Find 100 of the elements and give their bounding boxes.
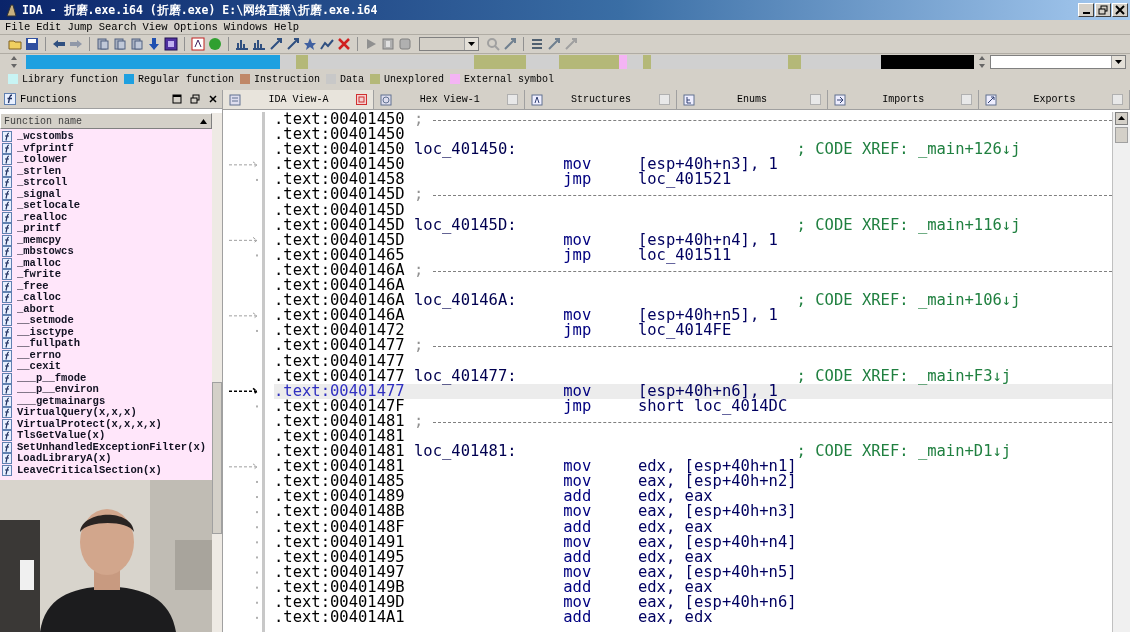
listing-line[interactable]: .text:00401481 ; — [274, 413, 1112, 429]
listing-line[interactable]: .text:00401481 mov edx, [esp+40h+n1] — [274, 459, 1112, 475]
scrollbar-thumb[interactable] — [212, 382, 222, 534]
listing-line[interactable]: .text:00401465 jmp loc_401511 — [274, 247, 1112, 263]
scroll-arrows-icon[interactable] — [10, 55, 18, 69]
function-name[interactable]: _realloc — [17, 211, 68, 223]
column-header[interactable]: Function name — [0, 113, 212, 129]
arrows-icon[interactable] — [503, 37, 517, 51]
scroll-arrows-icon[interactable] — [978, 55, 986, 69]
restore-button[interactable] — [1095, 3, 1111, 17]
maximize-icon[interactable] — [172, 94, 182, 104]
listing-line[interactable]: .text:0040145D loc_40145D: ; CODE XREF: _main+116↓j — [274, 217, 1112, 233]
listing-line[interactable]: .text:00401450 loc_401450: ; CODE XREF: _main+126↓j — [274, 142, 1112, 158]
arrows-icon[interactable] — [286, 37, 300, 51]
function-name[interactable]: __isctype — [17, 326, 74, 338]
listing-line[interactable]: .text:00401450 ; — [274, 112, 1112, 128]
function-name[interactable]: _vfprintf — [17, 142, 74, 154]
segment-dropdown[interactable] — [990, 55, 1126, 69]
chart-icon[interactable] — [252, 37, 266, 51]
stop-icon[interactable] — [398, 37, 412, 51]
list-icon[interactable] — [530, 37, 544, 51]
listing-line[interactable]: .text:00401495 add edx, eax — [274, 549, 1112, 565]
function-name[interactable]: _fwrite — [17, 269, 62, 281]
listing-line[interactable]: .text:0040146A — [274, 278, 1112, 294]
menu-item[interactable]: View — [139, 21, 171, 33]
function-name[interactable]: _mbstowcs — [17, 246, 74, 258]
function-name[interactable]: __cexit — [17, 361, 62, 373]
document-icon[interactable] — [113, 37, 127, 51]
scrollbar[interactable] — [1112, 112, 1130, 632]
function-name[interactable]: VirtualQuery(x,x,x) — [17, 407, 137, 419]
listing-line[interactable]: .text:00401481 loc_401481: ; CODE XREF: _main+D1↓j — [274, 444, 1112, 460]
scroll-up-icon[interactable] — [1115, 112, 1128, 125]
function-name[interactable]: _tolower — [17, 154, 68, 166]
listing-line[interactable]: .text:0040149D mov eax, [esp+40h+n6] — [274, 595, 1112, 611]
listing-line[interactable]: .text:004014A1 add eax, edx — [274, 610, 1112, 626]
square-icon[interactable] — [191, 37, 205, 51]
view-tab[interactable]: IDA View-A — [223, 90, 375, 109]
arrows-icon[interactable] — [547, 37, 561, 51]
function-name[interactable]: _signal — [17, 188, 62, 200]
listing-line[interactable]: .text:00401458 jmp loc_401521 — [274, 172, 1112, 188]
function-name[interactable]: _printf — [17, 223, 62, 235]
function-name[interactable]: TlsGetValue(x) — [17, 430, 106, 442]
play-icon[interactable] — [364, 37, 378, 51]
dropdown-field[interactable] — [419, 37, 479, 51]
functions-panel-tab[interactable]: Functions — [0, 90, 222, 109]
chart-icon[interactable] — [235, 37, 249, 51]
function-name[interactable]: LoadLibraryA(x) — [17, 453, 112, 465]
navigation-band-drawing[interactable] — [22, 55, 974, 69]
listing-line[interactable]: .text:00401477 loc_401477: ; CODE XREF: _main+F3↓j — [274, 368, 1112, 384]
menu-item[interactable]: Options — [170, 21, 221, 33]
listing-line[interactable]: .text:0040146A loc_40146A: ; CODE XREF: _main+106↓j — [274, 293, 1112, 309]
listing-line[interactable]: .text:00401477 ; — [274, 338, 1112, 354]
listing-line[interactable]: .text:0040149B add edx, eax — [274, 579, 1112, 595]
function-name[interactable]: _setlocale — [17, 200, 80, 212]
restore-icon[interactable] — [190, 94, 200, 104]
function-name[interactable]: VirtualProtect(x,x,x,x) — [17, 418, 162, 430]
back-arrow-icon[interactable] — [52, 37, 66, 51]
menu-item[interactable]: Windows — [220, 21, 271, 33]
menu-item[interactable]: Edit — [33, 21, 65, 33]
scrollbar[interactable] — [212, 113, 222, 632]
menu-item[interactable]: Search — [95, 21, 140, 33]
listing-line[interactable]: .text:00401489 add edx, eax — [274, 489, 1112, 505]
listing-line[interactable]: .text:00401485 mov eax, [esp+40h+n2] — [274, 474, 1112, 490]
listing-line[interactable]: .text:00401491 mov eax, [esp+40h+n4] — [274, 534, 1112, 550]
square-icon[interactable] — [164, 37, 178, 51]
function-name[interactable]: __errno — [17, 349, 62, 361]
function-name[interactable]: _strcoll — [17, 177, 68, 189]
function-name[interactable]: SetUnhandledExceptionFilter(x) — [17, 441, 207, 453]
function-name[interactable]: _memcpy — [17, 234, 62, 246]
listing-line[interactable]: .text:0040148F add edx, eax — [274, 519, 1112, 535]
listing-line[interactable]: .text:0040146A ; — [274, 262, 1112, 279]
function-name[interactable]: ___p__environ — [17, 384, 99, 396]
listing-line[interactable]: .text:00401477 — [274, 353, 1112, 369]
listing-line[interactable]: .text:00401472 jmp loc_4014FE — [274, 323, 1112, 339]
arrows-icon[interactable] — [269, 37, 283, 51]
star-icon[interactable] — [303, 37, 317, 51]
document-icon[interactable] — [96, 37, 110, 51]
function-name[interactable]: _wcstombs — [17, 131, 74, 143]
listing-line[interactable]: .text:0040146A mov [esp+40h+n5], 1 — [274, 308, 1112, 324]
graph-icon[interactable] — [320, 37, 334, 51]
function-name[interactable]: _abort — [17, 303, 55, 315]
menu-item[interactable]: Jump — [64, 21, 96, 33]
scrollbar-thumb[interactable] — [1115, 127, 1128, 143]
function-name[interactable]: ___getmainargs — [17, 395, 106, 407]
listing-line[interactable]: .text:0040147F jmp short loc_4014DC — [274, 398, 1112, 414]
cross-icon[interactable] — [337, 37, 351, 51]
listing-line[interactable]: .text:0040145D — [274, 202, 1112, 218]
document-icon[interactable] — [130, 37, 144, 51]
listing-line[interactable]: .text:00401450 mov [esp+40h+n3], 1 — [274, 157, 1112, 173]
listing-line[interactable]: .text:00401450 — [274, 127, 1112, 143]
function-name[interactable]: _free — [17, 280, 49, 292]
listing-line[interactable]: .text:0040145D ; — [274, 187, 1112, 203]
save-icon[interactable] — [25, 37, 39, 51]
function-name[interactable]: __setmode — [17, 315, 74, 327]
down-arrow-icon[interactable] — [147, 37, 161, 51]
listing-line[interactable]: .text:00401497 mov eax, [esp+40h+n5] — [274, 564, 1112, 580]
close-button[interactable] — [1112, 3, 1128, 17]
menu-item[interactable]: File — [2, 21, 34, 33]
function-name[interactable]: LeaveCriticalSection(x) — [17, 464, 162, 476]
function-name[interactable]: _malloc — [17, 257, 62, 269]
